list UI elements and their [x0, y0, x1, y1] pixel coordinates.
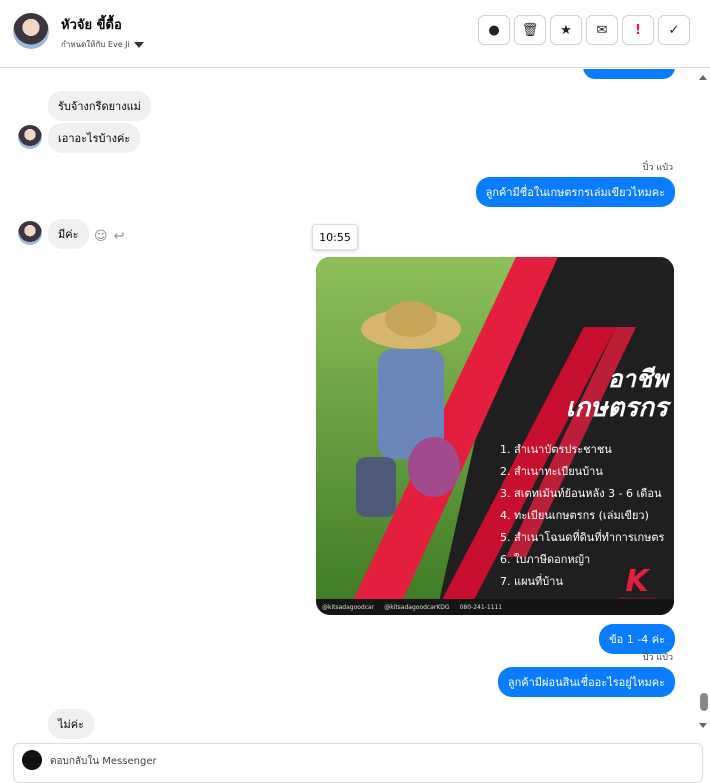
mark-spam-button[interactable]: ✉ [586, 15, 618, 45]
smile-icon[interactable]: ☺ [94, 229, 108, 244]
contact-avatar-small[interactable] [18, 221, 42, 245]
poster-list-item: 4. ทะเบียนเกษตรกร (เล่มเขียว) [500, 509, 649, 522]
message-in[interactable]: ไม่ค่ะ [48, 709, 95, 739]
scrollbar-thumb[interactable] [700, 693, 708, 711]
message-in[interactable]: มีค่ะ [48, 219, 89, 249]
seen-receipt: ปิ๋ว แป๋ว [642, 163, 673, 173]
assignee-dropdown[interactable]: กำหนดให้กับ Eve Ji [61, 38, 144, 51]
timestamp-tooltip: 10:55 [312, 224, 358, 250]
report-button[interactable]: ● [478, 15, 510, 45]
conversation-header: หัวจัย ขี้ดื้อ กำหนดให้กับ Eve Ji ● 🗑 ★ … [0, 0, 710, 68]
message-out[interactable]: ลูกค้ามีผ่อนสินเชื่ออะไรอยู่ไหมคะ [497, 667, 675, 697]
star-icon: ★ [560, 22, 572, 38]
thread-scrollbar[interactable] [698, 69, 710, 741]
poster-list-item: 2. สำเนาทะเบียนบ้าน [500, 465, 603, 478]
mail-block-icon: ✉ [596, 22, 608, 38]
poster-footer: @kitsadagoodcar @kitsadagoodcarKDG 080-2… [316, 599, 674, 615]
brand-logo: K KITSADAGOODCAR [612, 564, 662, 603]
trash-icon: 🗑 [521, 22, 539, 38]
poster-title-2: เกษตรกร [565, 393, 668, 423]
poster-footer-facebook: @kitsadagoodcarKDG [384, 603, 450, 611]
contact-avatar[interactable] [13, 13, 49, 49]
header-actions: ● 🗑 ★ ✉ ! ✓ [478, 15, 690, 45]
poster-list-item: 1. สำเนาบัตรประชาชน [500, 443, 612, 456]
star-button[interactable]: ★ [550, 15, 582, 45]
message-in[interactable]: รับจ้างกรีดยางแม่ [48, 91, 151, 121]
poster-image[interactable]: อาชีพ เกษตรกร 1. สำเนาบัตรประชาชน 2. สำเ… [316, 257, 674, 615]
poster-list-item: 5. สำเนาโฉนดที่ดินที่ทำการเกษตร [500, 531, 665, 544]
composer-placeholder: ตอบกลับใน Messenger [50, 756, 157, 767]
contact-avatar-small[interactable] [18, 125, 42, 149]
contact-name[interactable]: หัวจัย ขี้ดื้อ [61, 14, 122, 35]
reply-icon[interactable]: ↩ [114, 229, 125, 244]
mark-done-button[interactable]: ✓ [658, 15, 690, 45]
alert-circle-icon: ● [488, 22, 500, 38]
message-reactions: ☺ ↩ [94, 229, 124, 244]
seen-receipt: ปิ๋ว แป๋ว [642, 653, 673, 663]
message-in[interactable]: เอาอะไรบ้างค่ะ [48, 123, 141, 153]
message-out-partial[interactable] [583, 69, 675, 79]
caret-down-icon [133, 41, 144, 48]
message-out[interactable]: ลูกค้ามีชื่อในเกษตรกรเล่มเขียวไหมคะ [475, 177, 675, 207]
check-icon: ✓ [668, 22, 680, 38]
assignee-label: กำหนดให้กับ Eve Ji [61, 40, 130, 49]
poster-footer-phone: 080-241-1111 [459, 603, 503, 611]
scroll-down-arrow-icon[interactable] [699, 723, 707, 728]
exclamation-icon: ! [635, 22, 641, 38]
scroll-up-arrow-icon[interactable] [699, 75, 707, 80]
flag-button[interactable]: ! [622, 15, 654, 45]
brand-mark: K [625, 564, 649, 599]
delete-button[interactable]: 🗑 [514, 15, 546, 45]
message-thread: รับจ้างกรีดยางแม่ เอาอะไรบ้างค่ะ ปิ๋ว แป… [0, 69, 698, 741]
poster-list-item: 3. สเตทเม้นท์ย้อนหลัง 3 - 6 เดือน [500, 487, 662, 500]
poster-footer-line: @kitsadagoodcar [322, 603, 375, 611]
messenger-icon [22, 750, 42, 770]
reply-composer[interactable]: ตอบกลับใน Messenger [13, 743, 703, 783]
